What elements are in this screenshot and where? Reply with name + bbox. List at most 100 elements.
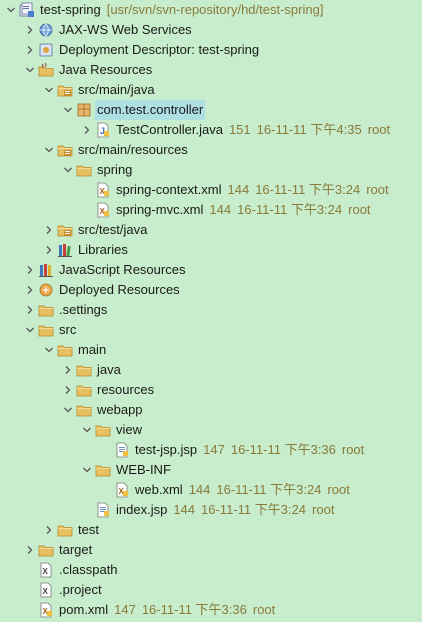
svn-decoration-part: 147 [114,602,136,617]
chevron-right-icon[interactable] [41,240,57,260]
svn-decoration-part: 147 [203,442,225,457]
source-folder-icon [57,222,73,238]
tree-row[interactable]: Xspring-context.xml 144 16-11-11 下午3:24 roo… [79,180,389,200]
tree-item-label: webapp [97,402,143,417]
svn-decoration-part: 151 [228,122,251,137]
chevron-down-icon[interactable] [41,340,57,360]
xml-file-icon: X [114,482,130,498]
tree-row[interactable]: target [22,540,94,560]
tree-item-label: Libraries [78,242,128,257]
tree-row[interactable]: Libraries [41,240,130,260]
tree-row[interactable]: test-spring [usr/svn/svn-repository/hd/te… [3,0,323,20]
tree-item-label: spring-mvc.xml [116,202,204,217]
chevron-down-icon[interactable] [60,400,76,420]
tree-row[interactable]: X .project [22,580,104,600]
svn-decoration-part: root [366,182,389,197]
tree-item-label: src/test/java [78,222,148,237]
chevron-right-icon[interactable] [22,20,38,40]
chevron-down-icon[interactable] [41,140,57,160]
folder-icon [95,422,111,438]
svg-text:X: X [43,587,49,596]
folder-icon [76,162,92,178]
tree-row[interactable]: test [41,520,101,540]
chevron-down-icon[interactable] [60,100,76,120]
chevron-right-icon[interactable] [22,540,38,560]
tree-row[interactable]: J TestController.java 151 16-11-11 下午4:35 ro… [79,120,390,140]
tree-row[interactable]: resources [60,380,156,400]
folder-icon [38,322,54,338]
chevron-right-icon[interactable] [22,260,38,280]
chevron-down-icon[interactable] [41,80,57,100]
xml-file-icon: X [95,202,111,218]
tree-row[interactable]: Java Resources [22,60,154,80]
tree-row[interactable]: view [79,420,144,440]
tree-row[interactable]: src/main/java [41,80,157,100]
tree-item-label: spring-context.xml [116,182,222,197]
tree-row[interactable]: Xspring-mvc.xml 144 16-11-11 下午3:24 root [79,200,371,220]
chevron-right-icon[interactable] [22,40,38,60]
tree-row[interactable]: .settings [22,300,109,320]
chevron-right-icon[interactable] [41,520,57,540]
tree-item-label: src [59,322,77,337]
chevron-down-icon[interactable] [60,160,76,180]
chevron-down-icon[interactable] [3,0,19,20]
chevron-right-icon[interactable] [60,380,76,400]
chevron-right-icon[interactable] [79,120,95,140]
tree-item-label: Deployed Resources [59,282,180,297]
tree-row[interactable]: java [60,360,123,380]
xml-file-icon: X [38,602,54,618]
tree-row[interactable]: index.jsp 144 16-11-11 下午3:24 root [79,500,334,520]
tree-row[interactable]: JavaScript Resources [22,260,187,280]
tree-row[interactable]: Xweb.xml 144 16-11-11 下午3:24 root [98,480,350,500]
tree-item-label: com.test.controller [95,100,206,120]
tree-item-label: JavaScript Resources [59,262,186,277]
tree-row[interactable]: main [41,340,108,360]
tree-item-label: Deployment Descriptor: test-spring [59,42,260,57]
chevron-right-icon[interactable] [22,280,38,300]
toggle-spacer [22,560,38,580]
folder-icon [76,382,92,398]
project-file-icon: X [38,582,54,598]
tree-item-label: view [116,422,143,437]
chevron-down-icon[interactable] [22,60,38,80]
svn-decoration: 147 16-11-11 下午3:36 root [203,440,364,460]
tree-row[interactable]: test-jsp.jsp 147 16-11-11 下午3:36 root [98,440,364,460]
tree-row[interactable]: Deployment Descriptor: test-spring [22,40,261,60]
svn-decoration-part: 16-11-11 下午3:24 [201,502,307,517]
project-explorer-tree: test-spring [usr/svn/svn-repository/hd/te… [0,0,422,622]
toggle-spacer [79,500,95,520]
folder-icon [76,362,92,378]
tree-row[interactable]: webapp [60,400,145,420]
svn-decoration-part: root [327,482,350,497]
tree-row[interactable]: JAX-WS Web Services [22,20,194,40]
tree-item-label: web.xml [135,482,183,497]
svn-decoration-part: root [341,442,365,457]
tree-row[interactable]: src [22,320,78,340]
svn-decoration-part: root [348,202,371,217]
tree-row[interactable]: com.test.controller [60,100,206,120]
tree-row[interactable]: src/test/java [41,220,149,240]
chevron-down-icon[interactable] [79,420,95,440]
tree-row[interactable]: Deployed Resources [22,280,182,300]
svn-decoration-part: 16-11-11 下午3:24 [237,202,343,217]
tree-row[interactable]: Xpom.xml 147 16-11-11 下午3:36 root [22,600,275,620]
tree-row[interactable]: WEB-INF [79,460,173,480]
tree-item-label: index.jsp [116,502,168,517]
source-folder-icon [57,142,73,158]
deployment-descriptor-icon [38,42,54,58]
chevron-down-icon[interactable] [79,460,95,480]
source-folder-icon [57,82,73,98]
tree-row[interactable]: spring [60,160,134,180]
chevron-right-icon[interactable] [22,300,38,320]
chevron-down-icon[interactable] [22,320,38,340]
toggle-spacer [98,440,114,460]
chevron-right-icon[interactable] [41,220,57,240]
deployed-resources-icon [38,282,54,298]
tree-row[interactable]: src/main/resources [41,140,190,160]
tree-item-label: spring [97,162,133,177]
tree-row[interactable]: X .classpath [22,560,120,580]
svn-decoration: 151 16-11-11 下午4:35 root [229,120,390,140]
chevron-right-icon[interactable] [60,360,76,380]
svn-decoration-part: 144 [173,502,196,517]
toggle-spacer [22,600,38,620]
